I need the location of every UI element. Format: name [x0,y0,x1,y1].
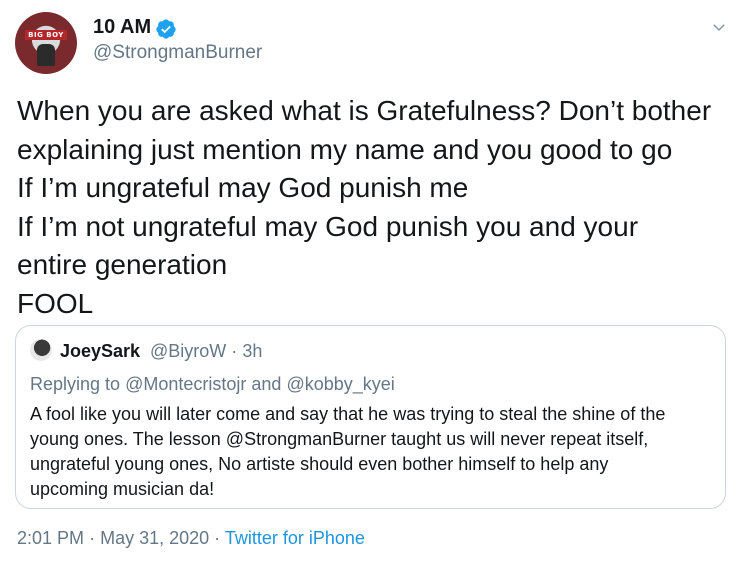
chevron-down-icon[interactable] [710,18,728,36]
quoted-text: A fool like you will later come and say … [30,402,720,502]
quoted-line: upcoming musician da! [30,479,215,499]
tweet-line: If I’m ungrateful may God punish me [17,172,469,203]
quoted-time: 3h [242,341,263,361]
tweet-line: entire generation [17,249,228,280]
separator-dot: · [231,341,238,361]
author-display-name[interactable]: 10 AM [93,16,151,39]
avatar-text: BIG BOY [28,31,64,39]
quoted-tweet[interactable]: JoeySark @BiyroW · 3h Replying to @Monte… [15,325,726,509]
quoted-meta: @BiyroW · 3h [150,341,262,362]
author-handle[interactable]: @StrongmanBurner [93,42,262,64]
tweet-line: FOOL [17,287,94,319]
replying-to: Replying to @Montecristojr and @kobby_ky… [30,374,395,395]
tweet-line: explaining just mention my name and you … [17,133,673,165]
avatar-figure [37,44,55,66]
separator-dot: · [214,528,221,548]
tweet-footer: 2:01 PM · May 31, 2020 · Twitter for iPh… [17,528,365,549]
tweet-header: BIG BOY 10 AM @StrongmanBurner [15,12,730,74]
verified-badge-icon [156,19,176,39]
tweet-line: When you are asked what is Gratefulness?… [17,95,712,126]
replying-user-link: @kobby_kyei [286,374,395,394]
tweet-line: If I’m not ungrateful may God punish you… [17,210,639,242]
replying-prefix: Replying to [30,374,121,394]
quoted-line: ungrateful young ones, No artiste should… [30,454,609,474]
quoted-line: young ones. The lesson @StrongmanBurner … [30,429,649,449]
replying-and: and [251,374,282,394]
quoted-display-name: JoeySark [60,341,141,361]
author-avatar[interactable]: BIG BOY [15,12,77,74]
quoted-handle: @BiyroW [150,341,227,361]
tweet-source-link[interactable]: Twitter for iPhone [225,528,365,548]
quoted-avatar [30,339,52,361]
tweet-date[interactable]: May 31, 2020 [100,528,209,548]
tweet-text: When you are asked what is Gratefulness?… [17,92,732,323]
separator-dot: · [89,528,96,548]
avatar-banner: BIG BOY [25,30,67,40]
quoted-line: A fool like you will later come and say … [30,404,666,424]
tweet-time[interactable]: 2:01 PM [17,528,84,548]
replying-user-link: @Montecristojr [125,374,247,394]
